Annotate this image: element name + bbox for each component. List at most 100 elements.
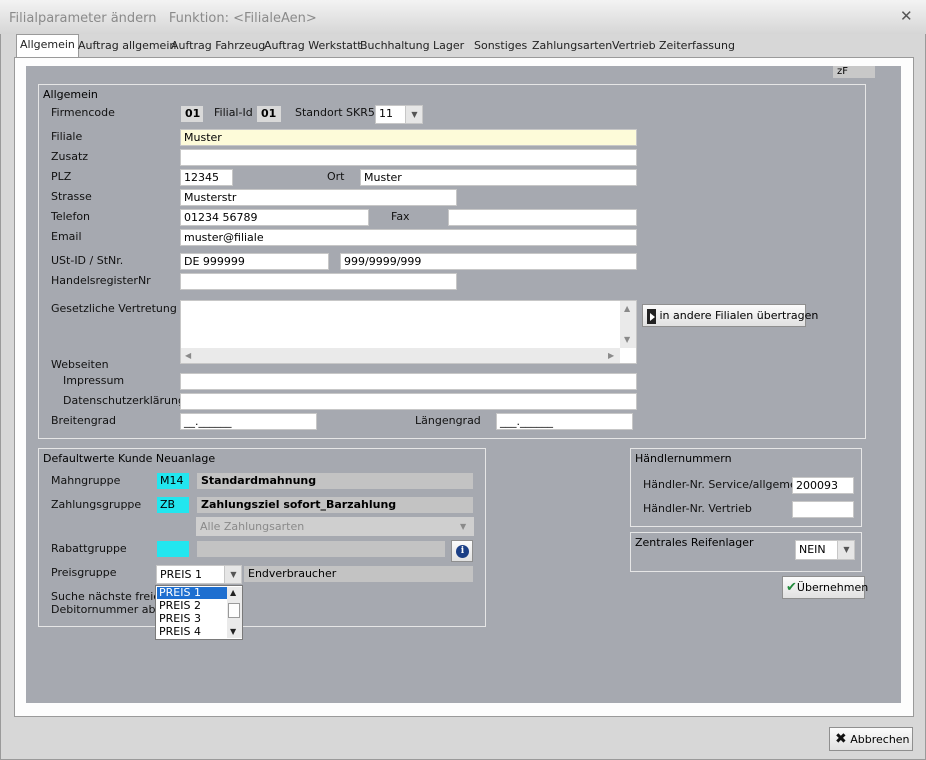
defaults-group-title: Defaultwerte Kunde Neuanlage [43,452,216,465]
tab-zeiterfassung[interactable]: Zeiterfassung [656,36,738,56]
ustid-input[interactable]: DE 999999 [180,253,329,270]
handelsregister-input[interactable] [180,273,457,290]
strasse-label: Strasse [51,190,92,203]
haendler-service-label: Händler-Nr. Service/allgemein [643,478,807,491]
preisgruppe-option-2[interactable]: PREIS 2 [157,600,229,612]
preisgruppe-select[interactable]: PREIS 1 ▼ [156,565,242,584]
haendler-vertrieb-label: Händler-Nr. Vertrieb [643,502,752,515]
chevron-down-icon[interactable]: ▼ [405,106,422,123]
suche-label-2: Debitornummer ab Nr [51,603,172,616]
standort-label: Standort SKR51 [295,106,382,119]
datenschutz-input[interactable] [180,393,637,410]
filiale-label: Filiale [51,130,83,143]
info-icon: i [456,545,469,558]
handelsregister-label: HandelsregisterNr [51,274,151,287]
zusatz-input[interactable] [180,149,637,166]
preisgruppe-option-1[interactable]: PREIS 1 [157,587,229,599]
reifenlager-select[interactable]: NEIN ▼ [795,540,855,560]
vertretung-label: Gesetzliche Vertretung [51,302,177,315]
zahlungsarten-select[interactable]: Alle Zahlungsarten ▼ [196,517,474,536]
scroll-up-icon[interactable]: ▲ [230,588,236,597]
scroll-thumb[interactable] [228,603,240,618]
reifenlager-value: NEIN [799,543,826,556]
rabattgruppe-name [197,541,445,557]
zf-indicator: zF [833,66,875,78]
preisgruppe-option-3[interactable]: PREIS 3 [157,613,229,625]
preisgruppe-label: Preisgruppe [51,566,117,579]
strasse-input[interactable]: Musterstr [180,189,457,206]
abbrechen-label: Abbrechen [850,733,910,746]
laengengrad-label: Längengrad [415,414,481,427]
fax-input[interactable] [448,209,637,226]
preisgruppe-dropdown-list: PREIS 1 PREIS 2 PREIS 3 PREIS 4 ▲ ▼ [155,585,243,640]
tab-auftrag-allgemein[interactable]: Auftrag allgemein [75,36,179,56]
firmencode-value: 01 [181,106,203,122]
plz-label: PLZ [51,170,72,183]
impressum-label: Impressum [63,374,125,387]
datenschutz-label: Datenschutzerklärung [63,394,185,407]
preisgruppe-option-4[interactable]: PREIS 4 [157,626,229,638]
mahngruppe-code[interactable]: M14 [157,473,189,489]
chevron-down-icon[interactable]: ▼ [837,541,854,559]
scroll-down-icon[interactable]: ▼ [624,335,630,344]
chevron-down-icon[interactable]: ▼ [460,517,466,536]
haendler-service-input[interactable]: 200093 [792,477,854,494]
rabattgruppe-code[interactable] [157,541,189,557]
allgemein-group-title: Allgemein [43,88,98,101]
impressum-input[interactable] [180,373,637,390]
uebertragen-button[interactable]: in andere Filialen übertragen [642,304,818,327]
scroll-down-icon[interactable]: ▼ [230,627,236,636]
breitengrad-label: Breitengrad [51,414,116,427]
haendler-group-title: Händlernummern [635,452,732,465]
email-input[interactable]: muster@filiale [180,229,637,246]
vertretung-hscrollbar[interactable] [181,348,620,363]
zahlungsgruppe-label: Zahlungsgruppe [51,498,142,511]
preisgruppe-name: Endverbraucher [244,566,473,582]
window-title: Filialparameter ändern Funktion: <Filial… [9,11,317,26]
tab-bar: Allgemein Auftrag allgemein Auftrag Fahr… [14,34,914,57]
fax-label: Fax [391,210,410,223]
email-label: Email [51,230,82,243]
zahlungsgruppe-name: Zahlungsziel sofort_Barzahlung [197,497,473,513]
zusatz-label: Zusatz [51,150,89,163]
tab-zahlungsarten[interactable]: Zahlungsarten [529,36,615,56]
standort-value: 11 [379,107,393,120]
close-icon: ✖ [835,731,847,747]
ort-input[interactable]: Muster [360,169,637,186]
preisgruppe-value: PREIS 1 [160,568,202,581]
uebernehmen-button[interactable]: ✔Übernehmen [782,576,869,599]
breitengrad-input[interactable]: __.______ [180,413,317,430]
tab-auftrag-fahrzeug[interactable]: Auftrag Fahrzeug [168,36,268,56]
arrow-right-icon [647,308,656,324]
uebernehmen-label: Übernehmen [796,581,869,594]
telefon-label: Telefon [51,210,91,223]
tab-buchhaltung[interactable]: Buchhaltung [357,36,433,56]
scroll-up-icon[interactable]: ▲ [624,304,630,313]
tab-vertrieb[interactable]: Vertrieb [609,36,659,56]
close-icon[interactable]: ✕ [900,7,913,25]
abbrechen-button[interactable]: ✖ Abbrechen [829,727,913,751]
tab-allgemein[interactable]: Allgemein [16,34,79,57]
plz-input[interactable]: 12345 [180,169,233,186]
standort-select[interactable]: 11 ▼ [375,105,423,124]
chevron-down-icon[interactable]: ▼ [224,566,241,583]
firmencode-label: Firmencode [51,106,115,119]
zahlungsarten-value: Alle Zahlungsarten [200,520,305,533]
tab-sonstiges[interactable]: Sonstiges [471,36,530,56]
filial-id-value: 01 [257,106,281,122]
filiale-input[interactable]: Muster [180,129,637,146]
checkmark-icon: ✔ [786,580,797,595]
tab-lager[interactable]: Lager [430,36,467,56]
zahlungsgruppe-code[interactable]: ZB [157,497,189,513]
laengengrad-input[interactable]: ___.______ [496,413,633,430]
stnr-input[interactable]: 999/9999/999 [340,253,637,270]
rabattgruppe-label: Rabattgruppe [51,542,127,555]
scroll-right-icon[interactable]: ▶ [608,351,614,360]
info-button[interactable]: i [451,540,473,562]
webseiten-label: Webseiten [51,358,109,371]
telefon-input[interactable]: 01234 56789 [180,209,369,226]
haendler-vertrieb-input[interactable] [792,501,854,518]
scroll-left-icon[interactable]: ◀ [185,351,191,360]
ort-label: Ort [327,170,345,183]
tab-auftrag-werkstatt[interactable]: Auftrag Werkstatt [261,36,365,56]
